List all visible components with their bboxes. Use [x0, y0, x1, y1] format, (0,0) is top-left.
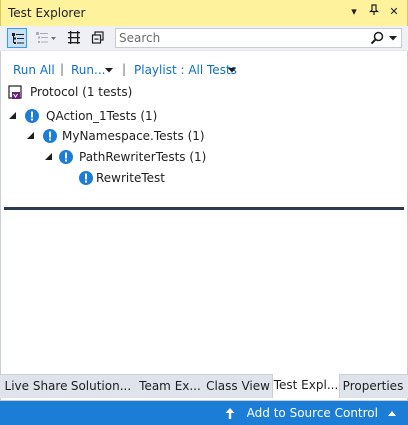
run-all-link[interactable]: Run All: [13, 63, 55, 77]
column-options-icon: [68, 31, 80, 44]
separator: |: [122, 62, 127, 76]
tree-node-label: PathRewriterTests (1): [79, 150, 207, 164]
tab-team-explorer[interactable]: Team Ex...: [137, 375, 203, 398]
tab-properties[interactable]: Properties: [340, 375, 406, 398]
run-dropdown-link[interactable]: Run...: [71, 63, 105, 77]
not-run-status-icon: [59, 150, 73, 164]
tab-live-share[interactable]: Live Share: [4, 375, 68, 398]
action-bar: Run All | Run... | Playlist : All Tests: [0, 60, 408, 80]
search-options-arrow-icon[interactable]: [389, 36, 397, 41]
test-details-pane: [4, 210, 404, 373]
arrow-up-icon: [225, 407, 235, 419]
status-bar: Add to Source Control: [0, 401, 408, 425]
test-item-label: RewriteTest: [96, 171, 165, 185]
collapse-all-button[interactable]: [88, 28, 108, 48]
window-title: Test Explorer: [8, 6, 86, 20]
visual-studio-project-icon: [8, 85, 22, 99]
not-run-status-icon: [79, 171, 93, 185]
source-control-label: Add to Source Control: [246, 406, 378, 420]
add-to-source-control-button[interactable]: Add to Source Control: [225, 406, 396, 420]
toolbar: [0, 26, 408, 51]
group-options-icon: [36, 32, 56, 43]
tab-solution-explorer[interactable]: Solution...: [69, 375, 133, 398]
expanded-arrow-icon[interactable]: [27, 132, 35, 140]
search-box[interactable]: [115, 28, 402, 48]
expanded-arrow-icon[interactable]: [9, 112, 17, 120]
title-bar: Test Explorer ▾ ✕: [0, 0, 408, 26]
tool-window-tabs: Live Share Solution... Team Ex... Class …: [0, 374, 408, 398]
dropdown-arrow-icon[interactable]: ▾: [347, 4, 361, 20]
caret-up-icon: [388, 410, 396, 416]
playlist-dropdown-arrow-icon[interactable]: [228, 68, 236, 73]
pin-icon[interactable]: [367, 4, 381, 20]
search-icon[interactable]: [370, 31, 384, 45]
tree-node-label: QAction_1Tests (1): [46, 109, 158, 123]
title-bar-buttons: ▾ ✕: [347, 4, 401, 20]
group-by-icon: [12, 33, 24, 44]
group-by-button[interactable]: [7, 28, 27, 48]
expanded-arrow-icon[interactable]: [45, 153, 53, 161]
tab-class-view[interactable]: Class View: [205, 375, 271, 398]
playlist-dropdown-link[interactable]: Playlist : All Tests: [134, 63, 237, 77]
tree-node-label: MyNamespace.Tests (1): [62, 129, 205, 143]
separator: |: [60, 62, 65, 76]
project-label: Protocol (1 tests): [30, 85, 133, 99]
group-options-button[interactable]: [32, 28, 56, 48]
not-run-status-icon: [43, 129, 57, 143]
run-dropdown-arrow-icon[interactable]: [105, 68, 113, 73]
close-icon[interactable]: ✕: [387, 4, 401, 20]
collapse-all-icon: [91, 31, 104, 44]
tab-test-explorer[interactable]: Test Expl...: [272, 374, 340, 398]
not-run-status-icon: [25, 109, 39, 123]
search-input[interactable]: [119, 30, 369, 46]
column-options-button[interactable]: [64, 28, 84, 48]
